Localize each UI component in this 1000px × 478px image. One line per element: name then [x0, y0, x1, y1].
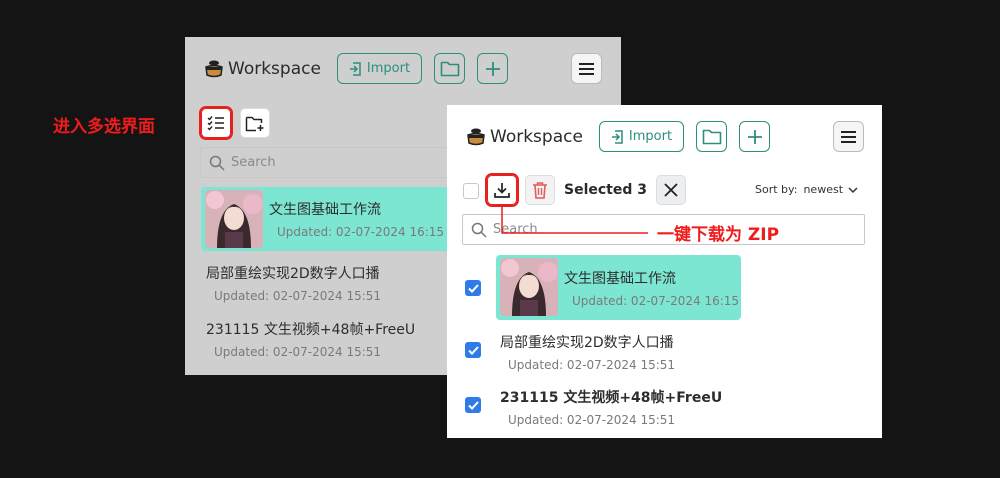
annotation-download-zip: 一键下载为 ZIP — [657, 225, 780, 245]
annotation-connector — [501, 206, 648, 234]
